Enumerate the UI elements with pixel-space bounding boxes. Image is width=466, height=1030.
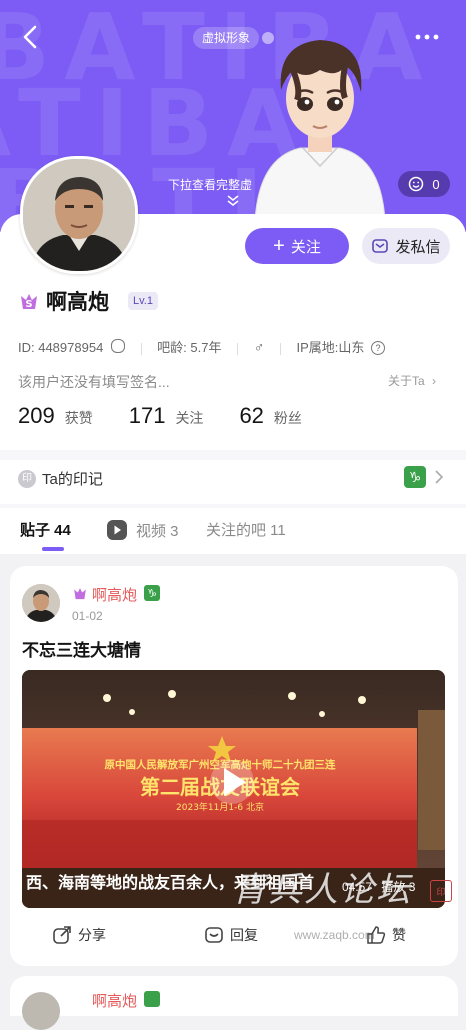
tab-videos[interactable]: 视频 3 xyxy=(106,519,179,541)
avatar-photo xyxy=(23,159,135,271)
follow-button[interactable]: + 关注 xyxy=(245,228,349,264)
plus-icon: + xyxy=(273,235,285,257)
virtual-avatar-tag[interactable]: 虚拟形象 xyxy=(193,27,260,49)
divider xyxy=(279,342,281,355)
post-author-avatar[interactable] xyxy=(22,584,60,622)
emoji-count: 0 xyxy=(432,176,440,192)
reply-label: 回复 xyxy=(230,927,258,943)
virtual-avatar-label: 虚拟形象 xyxy=(202,31,251,45)
divider xyxy=(237,342,239,355)
post-author-name[interactable]: 啊高炮 xyxy=(92,584,137,605)
imprint-label: Ta的印记 xyxy=(42,471,103,488)
stats-row: 209 获赞 171 关注 62 粉丝 xyxy=(18,403,338,429)
share-button[interactable]: 分享 xyxy=(52,925,106,945)
member-badge-icon xyxy=(74,588,86,600)
user-id: ID: 448978954 xyxy=(18,340,104,355)
copy-icon[interactable] xyxy=(110,339,125,353)
like-label: 赞 xyxy=(392,927,406,943)
following-count[interactable]: 171 xyxy=(129,403,166,429)
reply-button[interactable]: 回复 xyxy=(204,925,258,945)
divider xyxy=(140,342,142,355)
tab-followed-bars[interactable]: 关注的吧 11 xyxy=(206,519,286,540)
about-link[interactable]: 关于Ta › xyxy=(388,372,436,389)
help-icon[interactable]: ? xyxy=(371,341,385,355)
like-button[interactable]: 赞 xyxy=(366,925,406,945)
ip-location: IP属地:山东 xyxy=(296,340,365,355)
fans-count[interactable]: 62 xyxy=(239,403,263,429)
smile-icon xyxy=(409,176,424,192)
watermark-url: www.zaqb.com xyxy=(294,928,375,942)
capricorn-badge-icon[interactable]: ♑ xyxy=(404,466,426,488)
profile-avatar[interactable] xyxy=(20,156,138,274)
following-label: 关注 xyxy=(175,410,204,426)
virtual-avatar-toggle-dot xyxy=(262,32,274,44)
tab-videos-label: 视频 3 xyxy=(136,522,179,540)
likes-label: 获赞 xyxy=(64,410,93,426)
chevron-right-icon: › xyxy=(432,374,437,388)
share-label: 分享 xyxy=(78,927,106,943)
video-banner-line3: 2023年11月1-6 北京 xyxy=(176,801,264,813)
pull-down-hint: 下拉查看完整虚 xyxy=(168,178,253,192)
gender-icon: ♂ xyxy=(253,339,265,355)
send-message-button[interactable]: 发私信 xyxy=(362,228,450,264)
follow-label: 关注 xyxy=(290,238,321,256)
thumbs-up-icon xyxy=(367,926,386,944)
likes-count[interactable]: 209 xyxy=(18,403,55,429)
signature: 该用户还没有填写签名... xyxy=(18,374,170,390)
level-badge: Lv.1 xyxy=(128,292,158,310)
post-title[interactable]: 不忘三连大塘情 xyxy=(22,636,141,661)
tab-posts[interactable]: 贴子 44 xyxy=(20,519,71,540)
virtual-avatar-character[interactable] xyxy=(245,30,395,220)
post-author-name[interactable]: 啊高炮 xyxy=(92,990,137,1011)
share-icon xyxy=(53,926,71,944)
capricorn-badge-icon: ♑ xyxy=(144,585,160,601)
chevron-right-icon xyxy=(435,470,444,484)
bar-age: 吧龄: 5.7年 xyxy=(157,340,222,355)
about-label: 关于Ta xyxy=(388,374,425,388)
post-card[interactable] xyxy=(10,976,458,1016)
video-icon xyxy=(107,520,127,540)
username: 啊高炮 xyxy=(46,291,109,314)
active-tab-indicator xyxy=(42,547,64,551)
section-divider xyxy=(0,450,466,460)
avatar-photo xyxy=(22,584,60,622)
more-icon[interactable] xyxy=(410,22,444,52)
svg-text:S: S xyxy=(25,299,32,310)
watermark-seal-icon: 印 xyxy=(430,880,452,902)
profile-meta-row: ID: 448978954 吧龄: 5.7年 ♂ IP属地:山东 ? xyxy=(18,337,385,356)
post-author-avatar[interactable] xyxy=(22,992,60,1030)
reply-icon xyxy=(205,927,223,943)
section-divider xyxy=(0,504,466,508)
message-icon xyxy=(372,239,389,253)
double-chevron-down-icon xyxy=(227,195,239,207)
emoji-reaction-button[interactable]: 0 xyxy=(398,171,450,197)
fans-label: 粉丝 xyxy=(273,410,302,426)
back-icon[interactable] xyxy=(16,22,46,52)
send-message-label: 发私信 xyxy=(395,238,441,256)
capricorn-badge-icon xyxy=(144,991,160,1007)
imprint-icon: 印 xyxy=(18,469,36,488)
member-badge-icon: S xyxy=(21,294,37,310)
watermark-text: 青兵人论坛 xyxy=(232,870,412,910)
imprint-row[interactable]: 印 Ta的印记 xyxy=(18,468,103,489)
post-date: 01-02 xyxy=(72,609,103,623)
